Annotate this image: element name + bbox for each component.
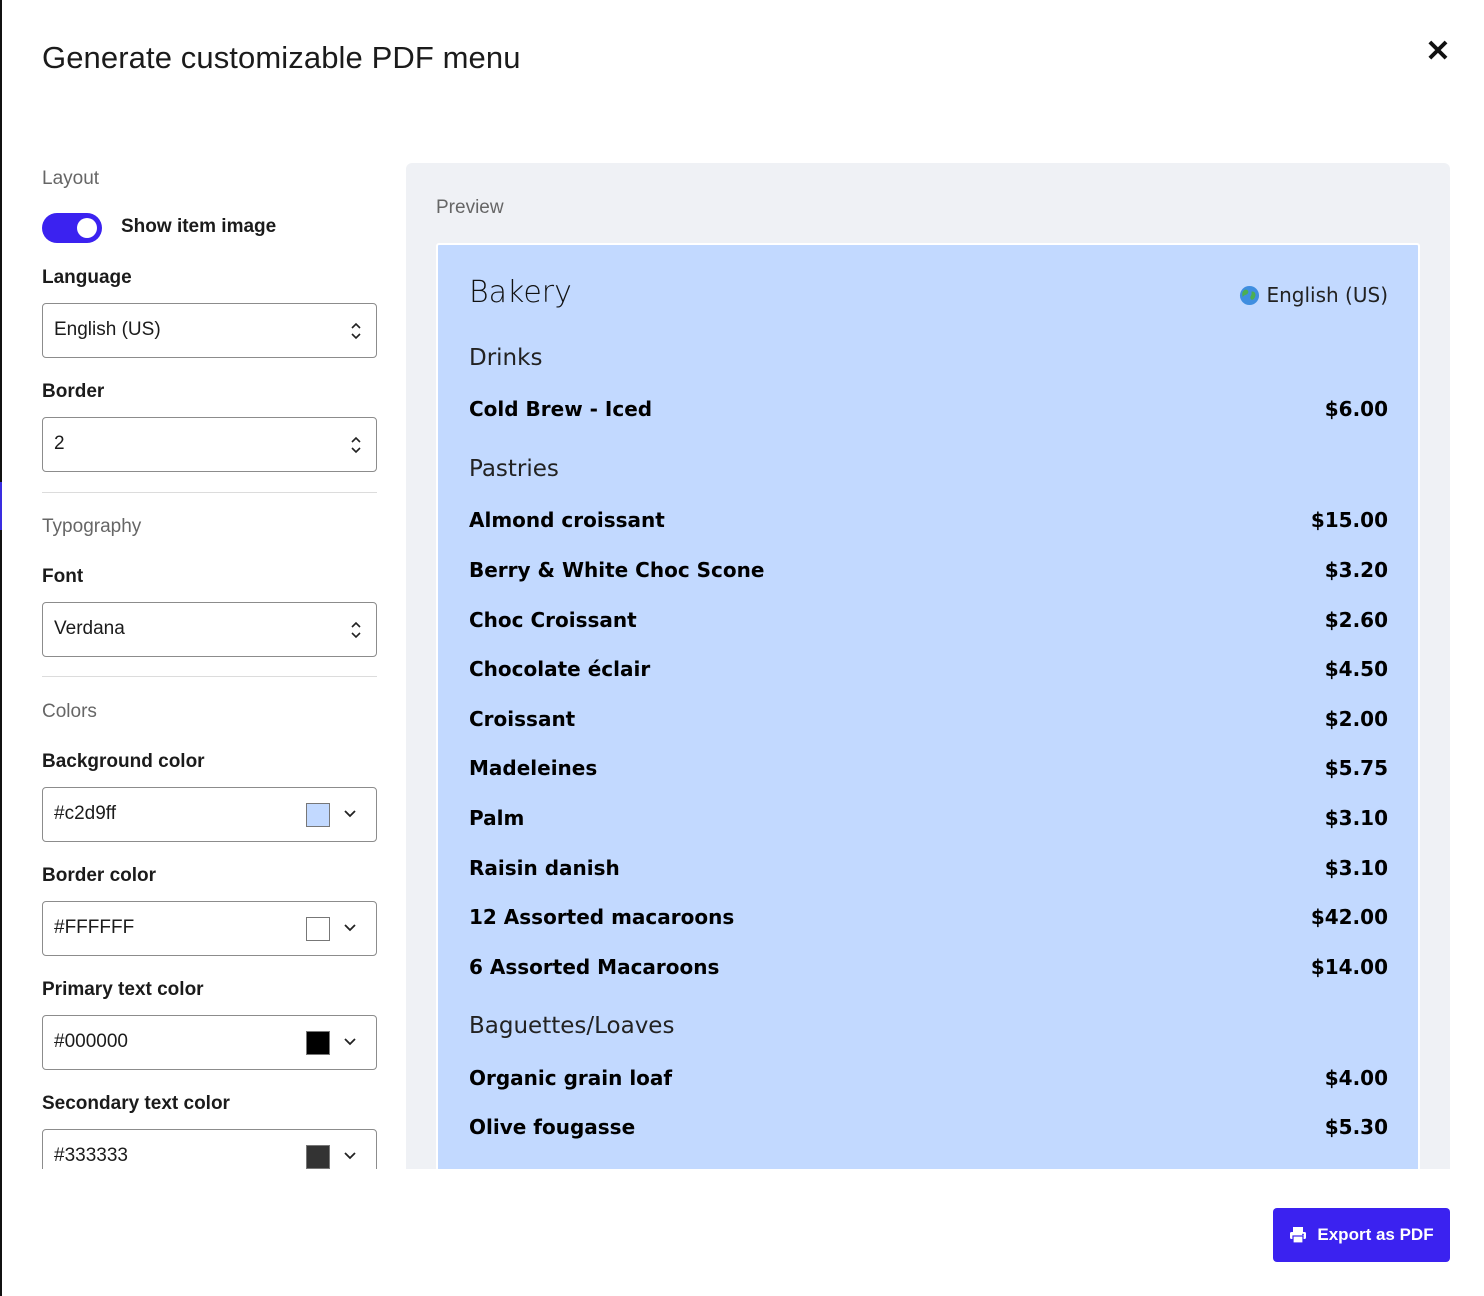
menu-item: Almond croissant $15.00 (469, 508, 1388, 534)
border-color-value: #FFFFFF (54, 917, 135, 938)
border-select[interactable]: 2 (42, 417, 377, 472)
menu-item-price: $4.50 (1324, 657, 1388, 681)
category-heading: Pastries (469, 456, 559, 482)
primary-text-color-label: Primary text color (42, 979, 204, 1000)
menu-item: Choc Croissant $2.60 (469, 608, 1388, 634)
edge-accent (0, 482, 2, 530)
menu-item-price: $42.00 (1310, 905, 1388, 929)
menu-item-name: 6 Assorted Macaroons (469, 955, 720, 979)
menu-item: Berry & White Choc Scone $3.20 (469, 558, 1388, 584)
show-item-image-toggle[interactable] (42, 213, 102, 243)
menu-item-name: Organic grain loaf (469, 1066, 673, 1090)
menu-language-text: English (US) (1266, 283, 1388, 307)
export-pdf-button[interactable]: Export as PDF (1273, 1208, 1450, 1262)
font-label: Font (42, 566, 84, 587)
secondary-text-color-picker[interactable]: #333333 (42, 1129, 377, 1169)
menu-preview: Bakery English (US) Drinks Cold Brew - I… (436, 243, 1420, 1169)
menu-item-name: Palm (469, 806, 525, 830)
primary-text-color-picker[interactable]: #000000 (42, 1015, 377, 1070)
menu-item: 12 Assorted macaroons $42.00 (469, 905, 1388, 931)
menu-item-name: Almond croissant (469, 508, 665, 532)
updown-chevron-icon (351, 621, 361, 639)
primary-text-color-value: #000000 (54, 1031, 128, 1052)
secondary-text-color-value: #333333 (54, 1145, 128, 1166)
menu-item-name: Choc Croissant (469, 608, 637, 632)
globe-icon (1240, 285, 1260, 305)
menu-item: 6 Assorted Macaroons $14.00 (469, 955, 1388, 981)
menu-title: Bakery (469, 275, 572, 310)
background-color-value: #c2d9ff (54, 803, 116, 824)
menu-item: Madeleines $5.75 (469, 756, 1388, 782)
menu-item-price: $5.30 (1324, 1115, 1388, 1139)
menu-item-price: $3.10 (1324, 856, 1388, 880)
close-button[interactable]: ✕ (1424, 36, 1452, 68)
menu-item-name: 12 Assorted macaroons (469, 905, 735, 929)
language-select-value: English (US) (54, 319, 161, 340)
background-color-picker[interactable]: #c2d9ff (42, 787, 377, 842)
color-swatch (306, 1031, 330, 1055)
menu-item-price: $2.00 (1324, 707, 1388, 731)
menu-item: Cold Brew - Iced $6.00 (469, 397, 1388, 423)
updown-chevron-icon (351, 322, 361, 340)
menu-item: Raisin danish $3.10 (469, 856, 1388, 882)
chevron-down-icon (344, 1038, 356, 1046)
menu-language: English (US) (1239, 283, 1388, 307)
menu-item-price: $6.00 (1324, 397, 1388, 421)
menu-item-price: $4.00 (1324, 1066, 1388, 1090)
language-label: Language (42, 267, 132, 288)
border-label: Border (42, 381, 105, 402)
font-select[interactable]: Verdana (42, 602, 377, 657)
border-color-label: Border color (42, 865, 157, 886)
close-icon: ✕ (1425, 35, 1451, 68)
language-select[interactable]: English (US) (42, 303, 377, 358)
menu-item: Chocolate éclair $4.50 (469, 657, 1388, 683)
divider (42, 676, 377, 677)
menu-item-price: $5.75 (1324, 756, 1388, 780)
chevron-down-icon (344, 810, 356, 818)
settings-panel: Layout Show item image Language English … (42, 164, 377, 1169)
toggle-knob (77, 218, 97, 238)
menu-item-price: $3.10 (1324, 806, 1388, 830)
modal-title: Generate customizable PDF menu (42, 40, 521, 75)
secondary-text-color-label: Secondary text color (42, 1093, 230, 1114)
layout-heading: Layout (42, 168, 100, 189)
menu-item-name: Madeleines (469, 756, 598, 780)
divider (42, 492, 377, 493)
color-swatch (306, 917, 330, 941)
color-swatch (306, 803, 330, 827)
colors-heading: Colors (42, 701, 97, 722)
menu-item-price: $15.00 (1310, 508, 1388, 532)
menu-item-price: $3.20 (1324, 558, 1388, 582)
border-color-picker[interactable]: #FFFFFF (42, 901, 377, 956)
background-color-label: Background color (42, 751, 205, 772)
updown-chevron-icon (351, 436, 361, 454)
color-swatch (306, 1145, 330, 1169)
category-heading: Baguettes/Loaves (469, 1013, 675, 1039)
border-select-value: 2 (54, 433, 65, 454)
export-pdf-label: Export as PDF (1317, 1225, 1434, 1244)
printer-icon (1290, 1227, 1307, 1244)
menu-item-price: $14.00 (1310, 955, 1388, 979)
menu-item: Olive fougasse $5.30 (469, 1115, 1388, 1141)
menu-item-price: $2.60 (1324, 608, 1388, 632)
preview-panel: Preview Bakery English (US) Drinks Cold … (406, 163, 1450, 1169)
category-heading: Drinks (469, 345, 543, 371)
font-select-value: Verdana (54, 618, 125, 639)
menu-item-name: Olive fougasse (469, 1115, 636, 1139)
show-item-image-label: Show item image (121, 216, 277, 237)
menu-item-name: Raisin danish (469, 856, 620, 880)
typography-heading: Typography (42, 516, 142, 537)
menu-item-name: Berry & White Choc Scone (469, 558, 765, 582)
chevron-down-icon (344, 924, 356, 932)
menu-item: Palm $3.10 (469, 806, 1388, 832)
chevron-down-icon (344, 1152, 356, 1160)
menu-item: Organic grain loaf $4.00 (469, 1066, 1388, 1092)
menu-item-name: Croissant (469, 707, 576, 731)
preview-label: Preview (436, 197, 504, 218)
menu-item: Croissant $2.00 (469, 707, 1388, 733)
menu-item-name: Chocolate éclair (469, 657, 651, 681)
menu-item-name: Cold Brew - Iced (469, 397, 653, 421)
modal-left-edge (0, 0, 2, 1296)
